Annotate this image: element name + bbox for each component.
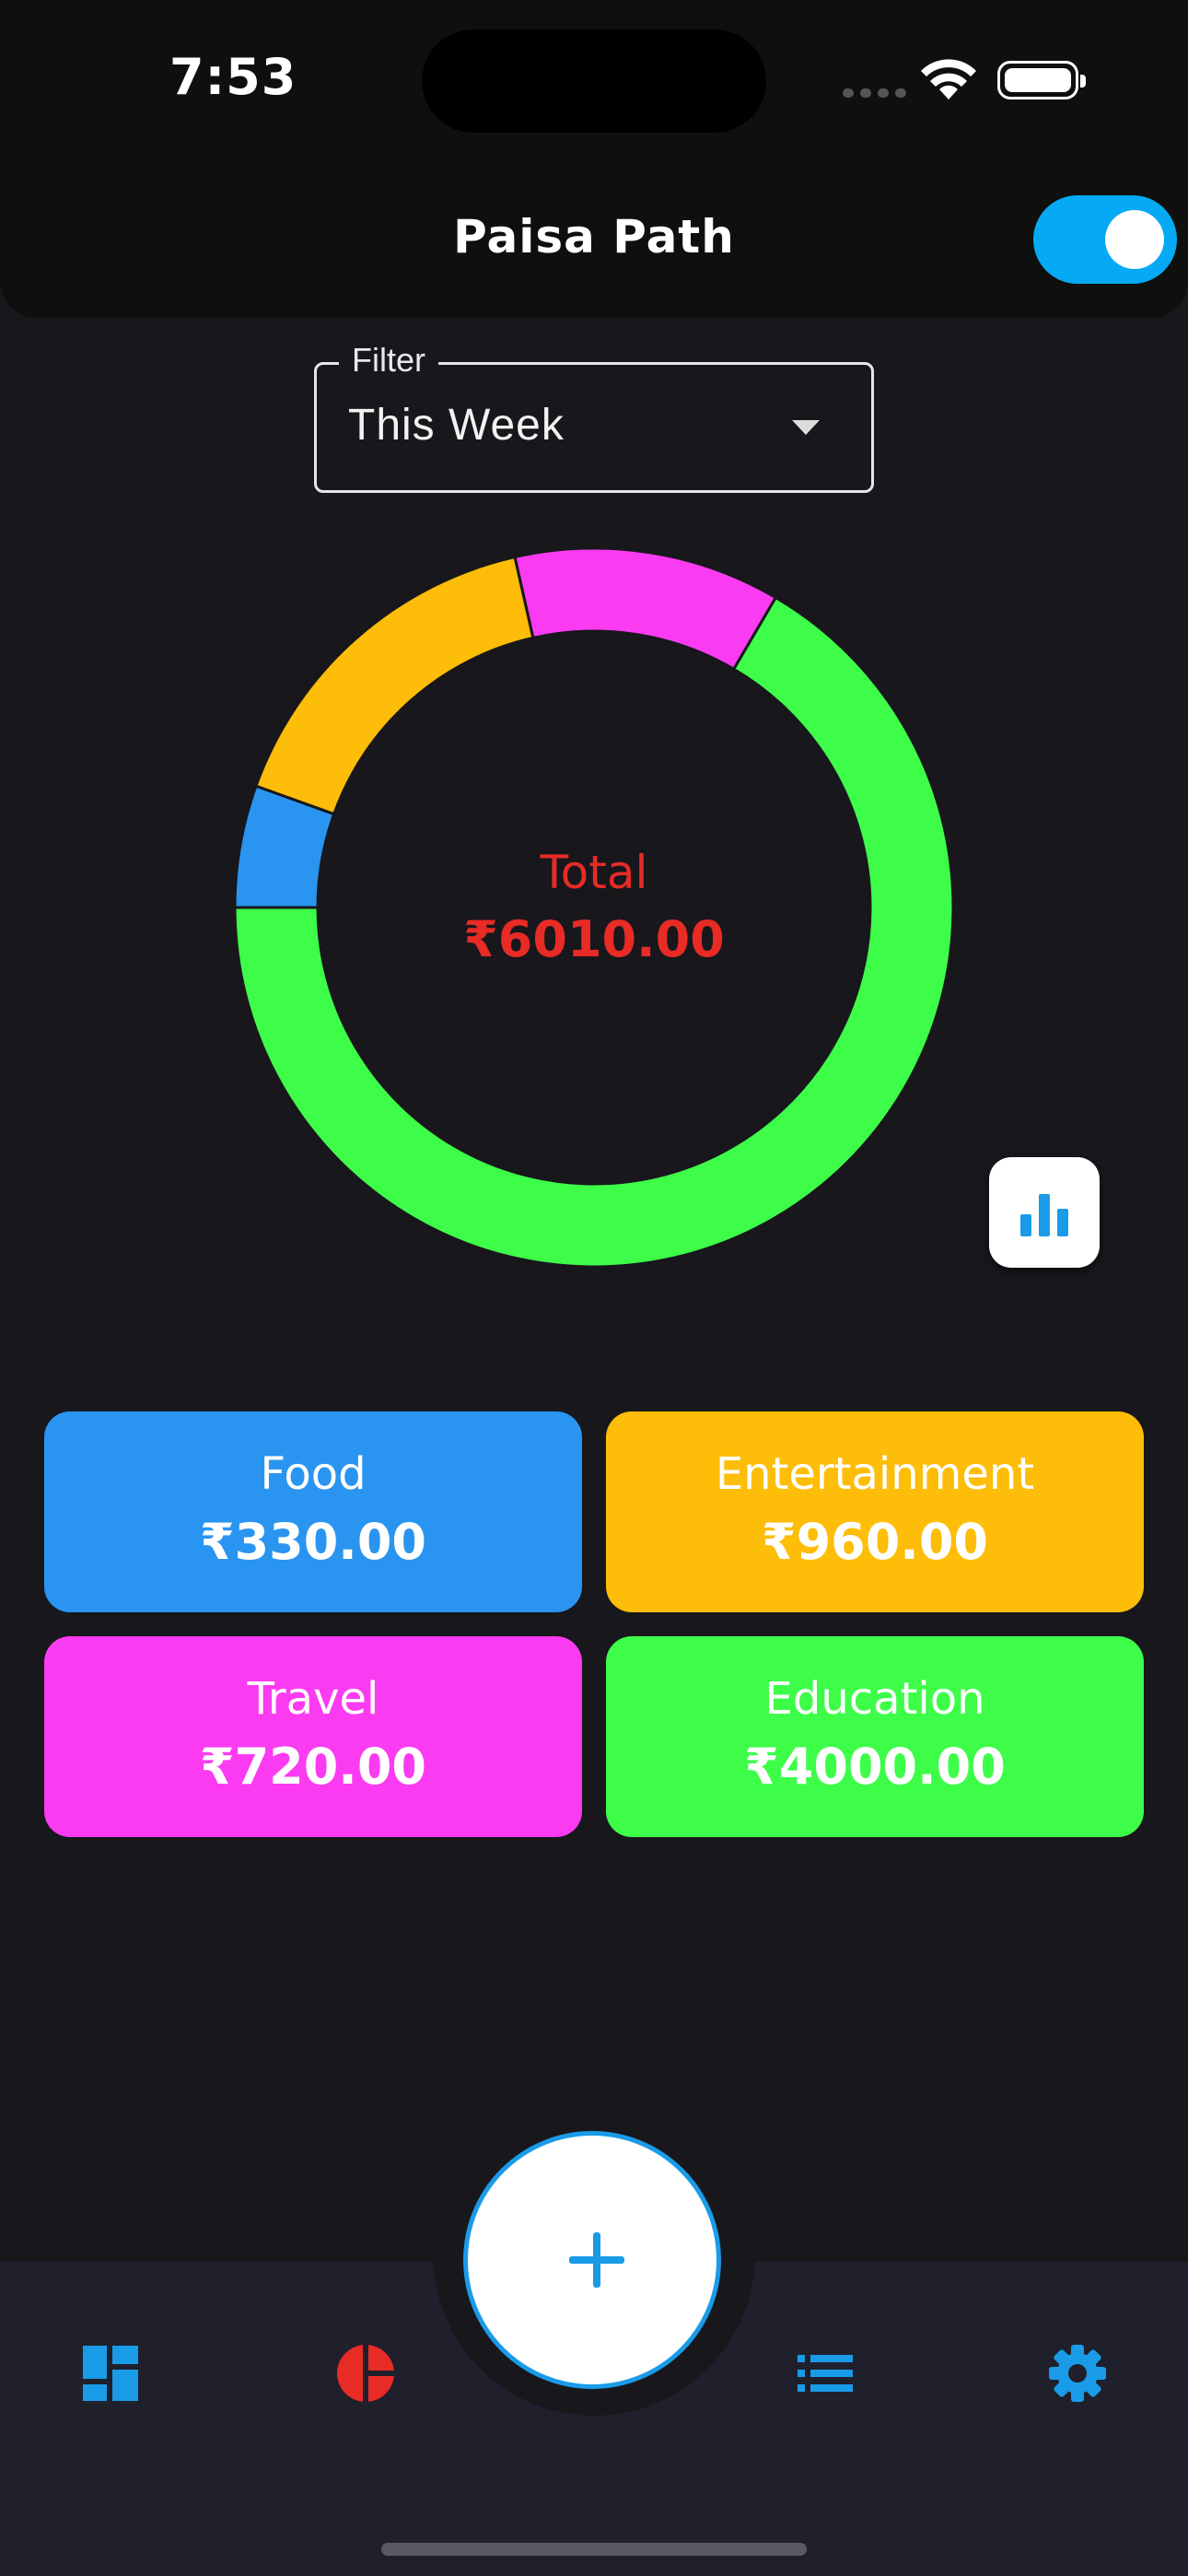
category-card-education[interactable]: Education ₹4000.00 [606,1636,1144,1837]
category-name: Travel [247,1673,379,1725]
category-card-entertainment[interactable]: Entertainment ₹960.00 [606,1411,1144,1612]
pie-chart-icon[interactable] [335,2343,396,2404]
category-amount: ₹4000.00 [744,1738,1006,1796]
total-label: Total [540,846,648,899]
list-icon[interactable] [798,2355,853,2392]
donut-slice-entertainment [254,555,535,816]
bar-chart-icon [1020,1194,1068,1236]
category-name: Food [260,1448,367,1500]
category-name: Entertainment [715,1448,1035,1500]
category-name: Education [764,1673,985,1725]
chart-view-button[interactable] [989,1157,1100,1268]
category-amount: ₹330.00 [200,1513,426,1571]
dashboard-icon[interactable] [83,2346,138,2401]
add-expense-button[interactable] [463,2131,721,2389]
expense-donut-chart [233,546,955,1269]
donut-slice-travel [513,546,778,672]
category-card-food[interactable]: Food ₹330.00 [44,1411,582,1612]
category-card-travel[interactable]: Travel ₹720.00 [44,1636,582,1837]
total-value: ₹6010.00 [463,910,725,968]
settings-icon[interactable] [1048,2344,1107,2403]
category-amount: ₹960.00 [762,1513,988,1571]
category-amount: ₹720.00 [200,1738,426,1796]
home-indicator [381,2543,807,2556]
add-icon-vertical [593,2232,600,2288]
